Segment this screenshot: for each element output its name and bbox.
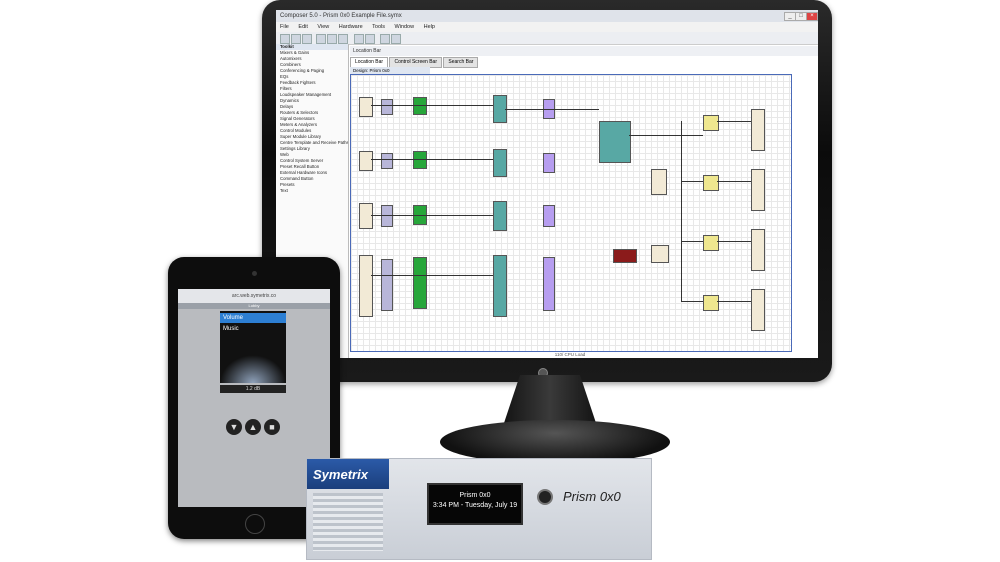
generator-block[interactable] [613, 249, 637, 263]
output-block[interactable] [751, 229, 765, 271]
meter-block[interactable] [543, 257, 555, 311]
speaker-block[interactable] [703, 235, 719, 251]
composer-screen: Composer 5.0 - Prism 0x0 Example File.sy… [276, 10, 818, 358]
paste-icon[interactable] [338, 34, 348, 44]
gain-block[interactable] [413, 97, 427, 115]
wire [681, 241, 703, 242]
volume-down-button[interactable]: ▼ [226, 419, 242, 435]
volume-up-button[interactable]: ▲ [245, 419, 261, 435]
design-canvas[interactable] [350, 74, 792, 352]
zoom-in-icon[interactable] [380, 34, 390, 44]
new-icon[interactable] [280, 34, 290, 44]
open-icon[interactable] [291, 34, 301, 44]
vent-grille [313, 493, 383, 551]
output-block[interactable] [751, 169, 765, 211]
value-readout: 1.2 dB [220, 385, 286, 393]
home-button[interactable] [245, 514, 265, 534]
front-display: Prism 0x0 3:34 PM - Tuesday, July 19 [427, 483, 523, 525]
wire [681, 301, 703, 302]
brand-ear: Symetrix [307, 459, 389, 489]
output-block[interactable] [751, 109, 765, 151]
url-bar[interactable]: arc.web.symetrix.co [178, 289, 330, 303]
mixer-block[interactable] [493, 201, 507, 231]
bar-tabs: Location Bar Control Screen Bar Search B… [350, 57, 818, 68]
speaker-block[interactable] [703, 295, 719, 311]
input-block[interactable] [359, 97, 373, 117]
eq-block[interactable] [381, 99, 393, 115]
symetrix-logo: Symetrix [313, 467, 368, 482]
save-icon[interactable] [302, 34, 312, 44]
wire [681, 181, 703, 182]
speaker-block[interactable] [703, 115, 719, 131]
menu-bar: File Edit View Hardware Tools Window Hel… [276, 22, 818, 32]
camera-icon [252, 271, 257, 276]
prism-hardware-unit: Symetrix Prism 0x0 3:34 PM - Tuesday, Ju… [306, 458, 652, 560]
wire [717, 241, 751, 242]
location-bar[interactable]: Location Bar [350, 46, 818, 56]
cut-icon[interactable] [316, 34, 326, 44]
zoom-out-icon[interactable] [391, 34, 401, 44]
lcd-glow [220, 355, 286, 383]
wire [717, 301, 751, 302]
menu-file[interactable]: File [280, 24, 289, 30]
speaker-block[interactable] [703, 175, 719, 191]
model-label: Prism 0x0 [563, 489, 621, 504]
list-item-volume[interactable]: Volume [220, 313, 286, 323]
wire [371, 159, 493, 160]
menu-window[interactable]: Window [395, 24, 415, 30]
menu-tools[interactable]: Tools [372, 24, 385, 30]
wire [681, 121, 682, 301]
mixer-block[interactable] [493, 149, 507, 177]
close-button[interactable]: × [806, 12, 818, 21]
eq-block[interactable] [381, 153, 393, 169]
mixer-block[interactable] [493, 255, 507, 317]
eq-block[interactable] [381, 259, 393, 311]
wire [629, 135, 703, 136]
meter-block[interactable] [543, 153, 555, 173]
gain-block[interactable] [413, 151, 427, 169]
list-item-music[interactable]: Music [220, 324, 286, 334]
meter-block[interactable] [543, 205, 555, 227]
design-tab[interactable]: Design: Prism 0x0 [350, 67, 430, 74]
wire [505, 109, 599, 110]
output-block[interactable] [651, 169, 667, 195]
input-block[interactable] [359, 255, 373, 317]
mute-button[interactable]: ■ [264, 419, 280, 435]
window-title: Composer 5.0 - Prism 0x0 Example File.sy… [276, 10, 818, 22]
menu-hardware[interactable]: Hardware [339, 24, 363, 30]
display-line-2: 3:34 PM - Tuesday, July 19 [432, 502, 518, 509]
redo-icon[interactable] [365, 34, 375, 44]
output-block[interactable] [651, 245, 669, 263]
eq-block[interactable] [381, 205, 393, 227]
wire [371, 275, 493, 276]
automixer-block[interactable] [599, 121, 631, 163]
output-block[interactable] [751, 289, 765, 331]
wire [371, 215, 493, 216]
status-bar: 110/ CPU Load [554, 352, 586, 357]
wire [717, 181, 751, 182]
copy-icon[interactable] [327, 34, 337, 44]
display-line-1: Prism 0x0 [459, 492, 491, 499]
menu-edit[interactable]: Edit [298, 24, 307, 30]
undo-icon[interactable] [354, 34, 364, 44]
monitor: Composer 5.0 - Prism 0x0 Example File.sy… [262, 0, 832, 382]
control-knob[interactable] [537, 489, 553, 505]
menu-help[interactable]: Help [424, 24, 435, 30]
sidebar-item[interactable]: Text [276, 188, 348, 194]
tab-search-bar[interactable]: Search Bar [443, 57, 479, 68]
input-block[interactable] [359, 203, 373, 229]
wire [717, 121, 751, 122]
input-block[interactable] [359, 151, 373, 171]
menu-view[interactable]: View [317, 24, 329, 30]
gain-block[interactable] [413, 257, 427, 309]
wire [371, 105, 493, 106]
tab-title: Lobby [178, 303, 330, 309]
control-list: Volume Music [220, 311, 286, 383]
